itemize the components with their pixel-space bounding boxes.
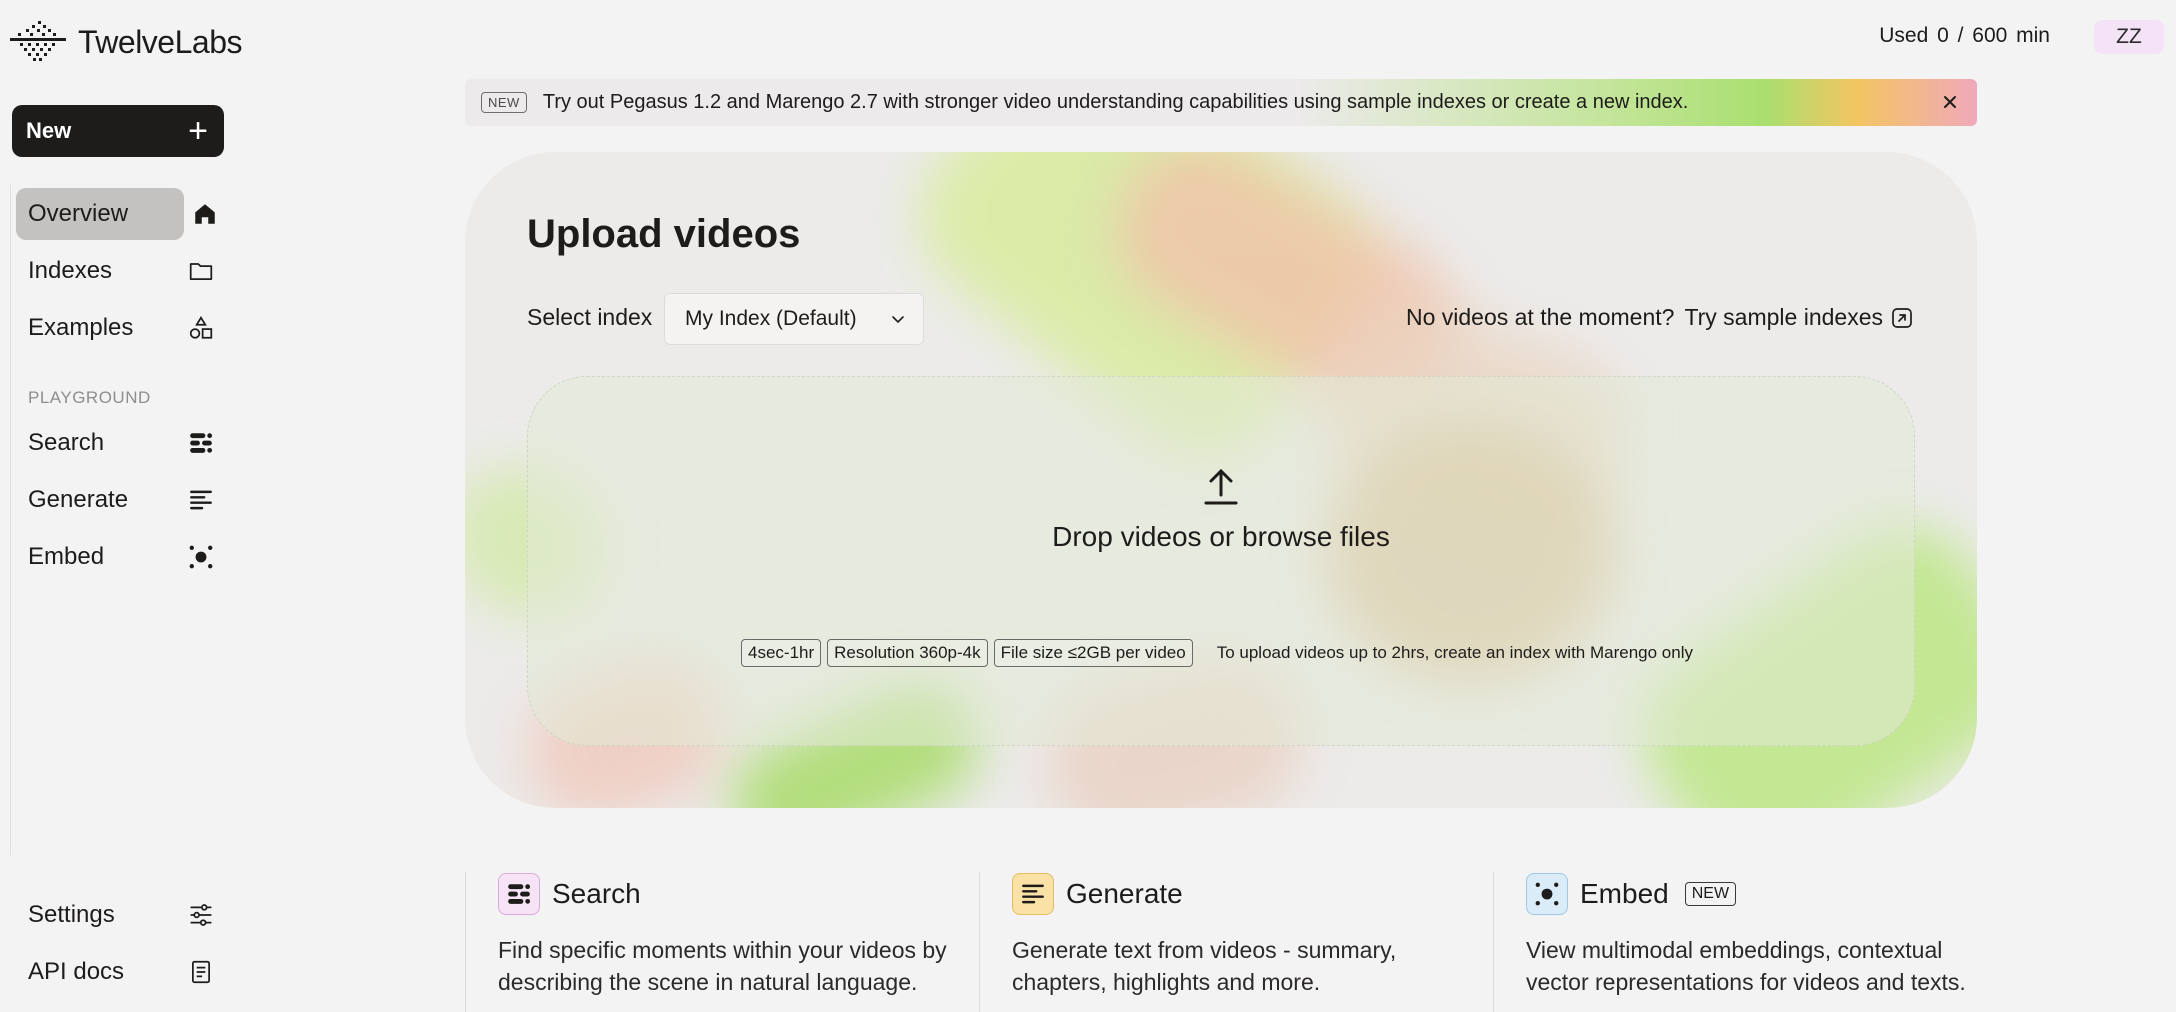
sidebar-item-label: API docs <box>28 958 125 985</box>
upload-icon <box>1204 468 1238 505</box>
sidebar-item-label: Indexes <box>28 257 113 284</box>
brand-name: TwelveLabs <box>78 23 242 60</box>
sidebar-item-label: Embed <box>28 543 105 570</box>
sidebar-item-settings[interactable]: Settings <box>16 889 224 941</box>
usage-minutes: Used 0 / 600 min <box>1879 24 2050 47</box>
new-button[interactable]: New + <box>12 105 224 157</box>
search-bars-icon <box>186 428 216 458</box>
resolution-chip: Resolution 360p-4k <box>827 639 988 667</box>
select-index-label: Select index <box>527 304 653 330</box>
twelvelabs-logo-icon <box>10 21 66 61</box>
sidebar-item-indexes[interactable]: Indexes <box>16 245 224 297</box>
no-videos-text: No videos at the moment? <box>1405 304 1675 330</box>
embed-nodes-icon <box>1526 873 1568 915</box>
try-sample-indexes-link[interactable]: Try sample indexes <box>1684 304 1913 331</box>
document-icon <box>186 957 216 987</box>
folder-icon <box>186 256 216 286</box>
feature-title: Embed <box>1580 878 1669 909</box>
plus-icon: + <box>188 112 208 150</box>
playground-section-label: PLAYGROUND <box>28 388 151 407</box>
search-bars-icon <box>498 873 540 915</box>
file-size-chip: File size ≤2GB per video <box>993 639 1193 667</box>
sidebar-item-label: Overview <box>28 200 129 227</box>
chevron-down-icon <box>892 316 904 324</box>
upload-requirements: 4sec-1hr Resolution 360p-4k File size ≤2… <box>741 639 1693 667</box>
generate-lines-icon <box>1012 873 1054 915</box>
banner-text: Try out Pegasus 1.2 and Marengo 2.7 with… <box>542 91 1689 113</box>
feature-columns: Search Find specific moments within your… <box>465 872 1977 1012</box>
new-badge: NEW <box>1684 882 1737 906</box>
brand-logo[interactable]: TwelveLabs <box>8 18 242 66</box>
index-select[interactable]: My Index (Default) <box>664 293 924 345</box>
new-badge: NEW <box>481 92 527 113</box>
sidebar-divider <box>10 185 11 855</box>
sidebar-item-search[interactable]: Search <box>16 417 224 469</box>
upload-videos-card: Upload videos Select index My Index (Def… <box>465 152 1977 808</box>
sidebar-item-label: Generate <box>28 486 129 513</box>
feature-description: Generate text from videos - summary, cha… <box>1012 937 1397 995</box>
sidebar-item-overview[interactable]: Overview <box>16 188 215 240</box>
sidebar: TwelveLabs New + Overview Indexes Exampl… <box>0 0 242 1012</box>
sidebar-item-label: Examples <box>28 314 134 341</box>
sample-link-label: Try sample indexes <box>1684 304 1883 330</box>
sidebar-item-embed[interactable]: Embed <box>16 531 224 583</box>
generate-lines-icon <box>186 485 216 515</box>
sidebar-item-examples[interactable]: Examples <box>16 302 224 354</box>
sidebar-item-api-docs[interactable]: API docs <box>16 946 224 998</box>
new-button-label: New <box>26 118 72 143</box>
shapes-icon <box>186 313 216 343</box>
feature-search[interactable]: Search Find specific moments within your… <box>465 872 979 1012</box>
sliders-icon <box>186 900 216 930</box>
sidebar-item-label: Settings <box>28 901 115 928</box>
sample-indexes-prompt: No videos at the moment? Try sample inde… <box>1406 304 1913 331</box>
feature-description: View multimodal embeddings, contextual v… <box>1526 937 1966 995</box>
feature-description: Find specific moments within your videos… <box>498 937 947 995</box>
external-link-icon <box>1892 307 1912 328</box>
upload-note: To upload videos up to 2hrs, create an i… <box>1216 643 1693 662</box>
embed-nodes-icon <box>186 542 216 572</box>
duration-chip: 4sec-1hr <box>741 639 822 667</box>
avatar[interactable]: ZZ <box>2094 20 2164 54</box>
feature-generate[interactable]: Generate Generate text from videos - sum… <box>979 872 1493 1012</box>
sidebar-item-label: Search <box>28 429 105 456</box>
drop-files-text: Drop videos or browse files <box>1052 521 1390 552</box>
feature-embed[interactable]: Embed NEW View multimodal embeddings, co… <box>1493 872 2007 1012</box>
feature-title: Search <box>552 878 641 909</box>
announcement-banner: NEW Try out Pegasus 1.2 and Marengo 2.7 … <box>465 79 1977 126</box>
close-icon[interactable] <box>1935 87 1965 117</box>
feature-title: Generate <box>1066 878 1183 909</box>
page-title: Upload videos <box>527 212 801 256</box>
sidebar-item-generate[interactable]: Generate <box>16 474 224 526</box>
home-icon <box>190 199 220 229</box>
index-select-value: My Index (Default) <box>685 307 857 330</box>
video-dropzone[interactable]: Drop videos or browse files 4sec-1hr Res… <box>527 376 1915 746</box>
